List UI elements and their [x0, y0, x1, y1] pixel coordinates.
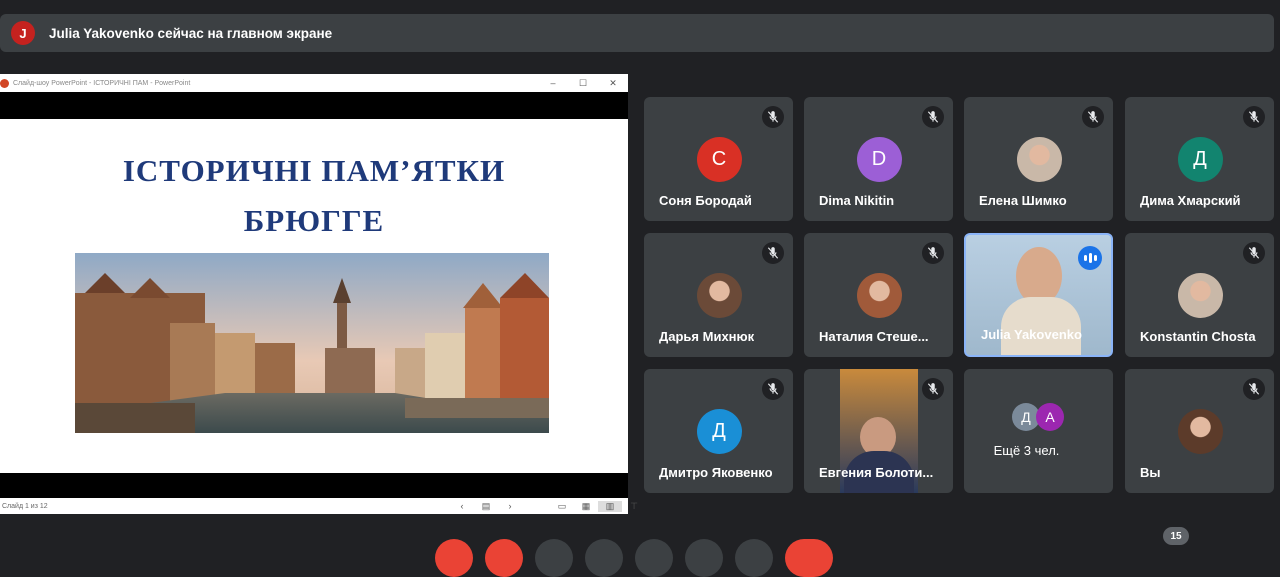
participant-name: Дмитро Яковенко	[659, 465, 773, 480]
participant-name: Дарья Михнюк	[659, 329, 755, 344]
presenter-avatar: J	[11, 21, 35, 45]
participant-tile[interactable]: Д Дима Хмарский	[1125, 97, 1274, 221]
participant-tile[interactable]: Наталия Стеше...	[804, 233, 953, 357]
menu-icon: ▤	[481, 500, 491, 511]
participant-name: Konstantin Chosta	[1140, 329, 1256, 344]
avatar: Д	[696, 409, 742, 454]
participant-tile[interactable]: Д Дмитро Яковенко	[644, 369, 793, 493]
participant-name: Наталия Стеше...	[819, 329, 929, 344]
participant-tile[interactable]: Д А Ещё 3 чел.	[964, 369, 1113, 493]
sorter-view-icon: ▦	[581, 500, 591, 511]
participant-name: Дима Хмарский	[1140, 193, 1241, 208]
slide: ІСТОРИЧНІ ПАМ’ЯТКИ БРЮГГЕ	[0, 119, 628, 473]
avatar	[1177, 273, 1223, 318]
avatar	[1016, 137, 1062, 182]
participant-name: Julia Yakovenko	[981, 327, 1082, 342]
participant-tile[interactable]: Julia Yakovenko	[964, 233, 1113, 357]
avatar	[856, 273, 902, 318]
extra-participants-avatars: ДА	[1012, 403, 1064, 431]
next-slide-icon: ›	[508, 501, 512, 511]
participant-tile[interactable]: Елена Шимко	[964, 97, 1113, 221]
mic-off-icon	[762, 378, 784, 400]
maximize-icon: ☐	[578, 78, 588, 88]
participant-name: Dima Nikitin	[819, 193, 895, 208]
participant-tile[interactable]: D Dima Nikitin	[804, 97, 953, 221]
prev-slide-icon: ‹	[460, 501, 464, 511]
shared-screen[interactable]: Слайд-шоу PowerPoint - ІСТОРИЧНІ ПАМ - P…	[0, 74, 638, 514]
bruges-photo	[75, 253, 549, 433]
close-icon: ✕	[609, 78, 617, 88]
slideshow-view-icon: ⊤	[630, 500, 638, 511]
slide-title-line2: БРЮГГЕ	[243, 203, 385, 238]
reading-view-icon: ▥	[598, 500, 622, 512]
mic-off-icon	[922, 378, 944, 400]
mic-off-icon	[1243, 378, 1265, 400]
slide-counter: Слайд 1 из 12	[2, 502, 48, 510]
mic-off-icon	[922, 242, 944, 264]
participant-tile[interactable]: Вы	[1125, 369, 1274, 493]
minimize-icon: –	[550, 78, 556, 88]
avatar: Д	[1177, 137, 1223, 182]
participant-tile[interactable]: С Соня Бородай	[644, 97, 793, 221]
speaking-indicator-icon	[1078, 246, 1102, 270]
powerpoint-window-title: Слайд-шоу PowerPoint - ІСТОРИЧНІ ПАМ - P…	[13, 79, 191, 87]
mic-off-icon	[1243, 242, 1265, 264]
participant-name: Елена Шимко	[979, 193, 1067, 208]
presenting-banner-text: Julia Yakovenko сейчас на главном экране	[49, 25, 333, 41]
mic-off-icon	[1243, 106, 1265, 128]
participant-count-badge[interactable]: 15	[1163, 527, 1189, 545]
avatar: А	[1036, 403, 1064, 431]
presenting-banner: J Julia Yakovenko сейчас на главном экра…	[0, 14, 1274, 52]
participant-name: Евгения Болоти...	[819, 465, 934, 480]
avatar	[696, 273, 742, 318]
participant-name: Соня Бородай	[659, 193, 752, 208]
powerpoint-titlebar: Слайд-шоу PowerPoint - ІСТОРИЧНІ ПАМ - P…	[0, 74, 628, 92]
avatar	[1177, 409, 1223, 454]
participant-tile[interactable]: Дарья Михнюк	[644, 233, 793, 357]
participant-tile[interactable]: Konstantin Chosta	[1125, 233, 1274, 357]
participant-name: Ещё 3 чел.	[993, 443, 1060, 458]
mic-off-icon	[762, 242, 784, 264]
avatar: С	[696, 137, 742, 182]
powerpoint-statusbar: Слайд 1 из 12 ‹ ▤ › ▭ ▦ ▥ ⊤	[0, 498, 638, 514]
slide-title-line1: ІСТОРИЧНІ ПАМ’ЯТКИ	[122, 153, 506, 188]
mic-off-icon	[922, 106, 944, 128]
participant-tile[interactable]: Евгения Болоти...	[804, 369, 953, 493]
mic-off-icon	[762, 106, 784, 128]
powerpoint-icon	[0, 78, 9, 88]
avatar: D	[856, 137, 902, 182]
mic-off-icon	[1082, 106, 1104, 128]
normal-view-icon: ▭	[557, 500, 567, 511]
participant-name: Вы	[1140, 465, 1161, 480]
